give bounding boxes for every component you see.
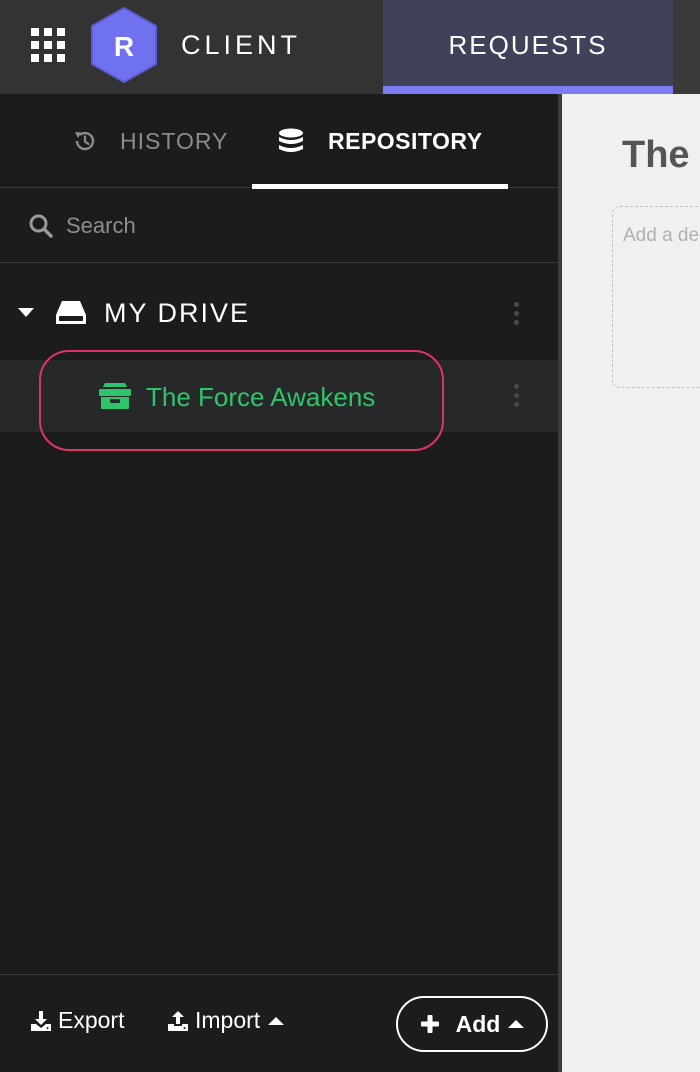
tab-history[interactable]: HISTORY: [72, 94, 228, 188]
caret-up-icon: [268, 1016, 285, 1025]
tab-repository-label: REPOSITORY: [328, 127, 483, 154]
tab-requests-label: REQUESTS: [448, 30, 608, 60]
import-label: Import: [195, 1007, 261, 1033]
history-icon: [75, 131, 95, 151]
sidebar: HISTORY REPOSITORY MY DRIVE: [0, 94, 558, 1072]
import-button[interactable]: Import: [167, 1007, 285, 1034]
export-button[interactable]: Export: [30, 1007, 124, 1034]
tree-item-my-drive[interactable]: MY DRIVE: [0, 278, 558, 350]
project-title[interactable]: The Force Awakens: [622, 134, 700, 177]
tab-repository[interactable]: REPOSITORY: [276, 94, 483, 188]
upload-icon: [168, 1010, 188, 1031]
top-bar: R CLIENT REQUESTS: [0, 0, 700, 94]
logo-letter: R: [114, 31, 134, 62]
more-options-icon[interactable]: [514, 302, 520, 325]
tree-item-label: MY DRIVE: [104, 298, 251, 328]
tab-requests[interactable]: REQUESTS: [383, 0, 673, 94]
add-button[interactable]: Add: [396, 996, 548, 1052]
search-input[interactable]: [66, 207, 536, 245]
app-title: CLIENT: [181, 30, 302, 60]
active-tab-indicator: [383, 86, 673, 94]
export-label: Export: [58, 1007, 125, 1033]
topbar-overflow: [673, 0, 700, 94]
plus-icon: [420, 1015, 439, 1033]
sidebar-footer: Export Import Add: [0, 974, 558, 1072]
sidebar-tabs: HISTORY REPOSITORY: [0, 94, 558, 189]
add-label: Add: [455, 1010, 501, 1037]
tree-item-label: The Force Awakens: [146, 382, 376, 412]
description-placeholder: Add a description: [623, 225, 700, 246]
apps-grid-icon[interactable]: [31, 28, 65, 62]
expand-caret-icon[interactable]: [18, 308, 34, 317]
logo-icon: R: [91, 7, 157, 83]
search-icon: [29, 214, 53, 238]
description-field[interactable]: Add a description: [612, 206, 700, 388]
drive-icon: [56, 301, 86, 324]
more-options-icon[interactable]: [514, 384, 520, 407]
database-icon: [279, 128, 303, 152]
tree-item-project[interactable]: The Force Awakens: [0, 360, 558, 432]
caret-up-icon: [508, 1020, 525, 1028]
tab-history-label: HISTORY: [120, 127, 229, 154]
project-box-icon: [99, 383, 131, 409]
download-icon: [31, 1010, 51, 1031]
search-bar: [0, 189, 558, 263]
main-panel: The Force Awakens Add a description: [562, 94, 700, 1072]
